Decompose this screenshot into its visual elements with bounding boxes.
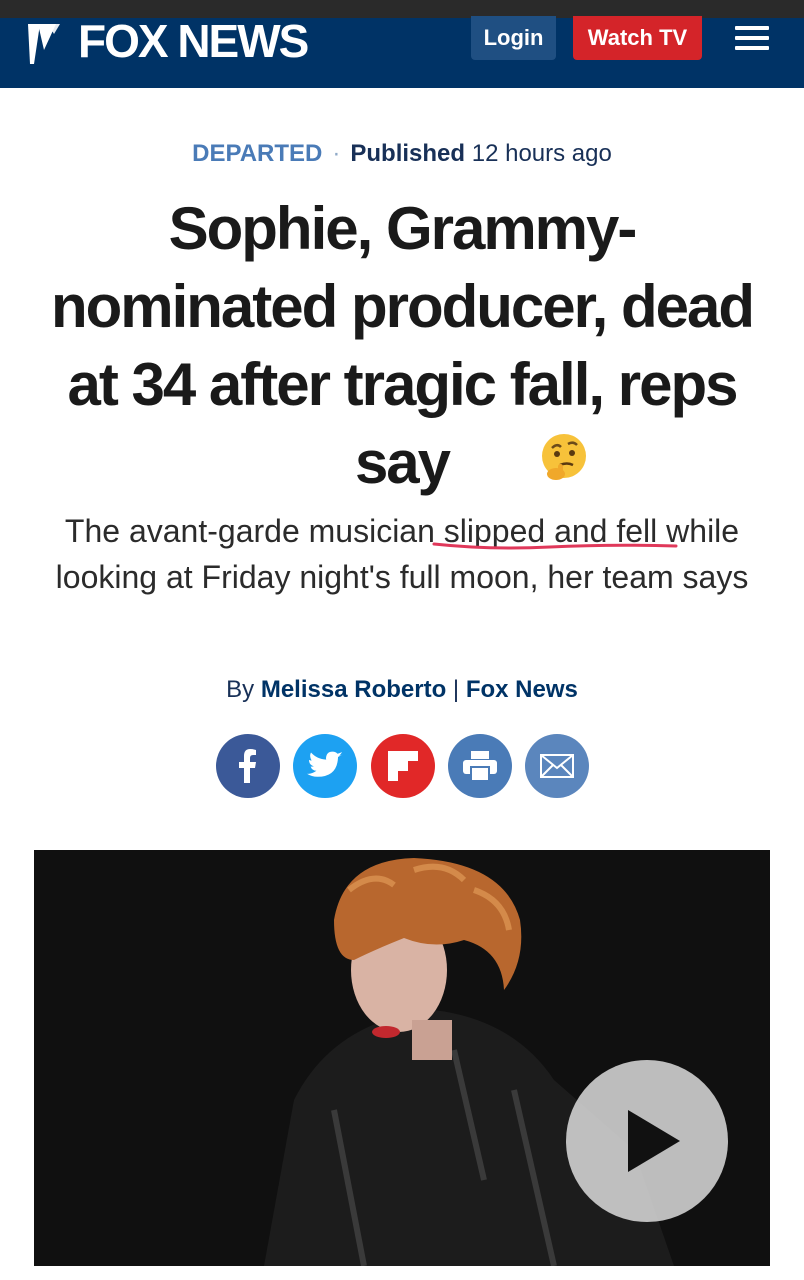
login-button[interactable]: Login <box>471 16 556 60</box>
outlet-link[interactable]: Fox News <box>466 676 578 703</box>
email-icon <box>540 754 574 778</box>
article-headline: Sophie, Grammy-nominated producer, dead … <box>50 195 755 496</box>
published-time: 12 hours ago <box>471 140 612 167</box>
red-underline-annotation <box>432 542 678 550</box>
play-icon <box>628 1110 680 1172</box>
flipboard-share-button[interactable] <box>371 734 435 798</box>
hamburger-menu-icon[interactable] <box>735 26 769 50</box>
site-header: FOX NEWS Login Watch TV <box>0 15 804 88</box>
article-meta: DEPARTED · Published 12 hours ago <box>0 140 804 168</box>
logo-text: FOX NEWS <box>78 15 309 67</box>
byline-prefix: By <box>226 676 261 703</box>
share-bar <box>216 734 590 800</box>
twitter-share-button[interactable] <box>293 734 357 798</box>
byline: By Melissa Roberto | Fox News <box>0 676 804 704</box>
article-subhead: The avant-garde musician slipped and fel… <box>30 508 774 600</box>
facebook-share-button[interactable] <box>216 734 280 798</box>
flipboard-icon <box>388 751 418 781</box>
print-icon <box>463 751 497 781</box>
subhead-text-start: The avant-garde musician <box>64 513 444 549</box>
facebook-icon <box>239 749 256 783</box>
twitter-icon <box>307 751 343 777</box>
watch-tv-button[interactable]: Watch TV <box>573 16 702 60</box>
fox-logo-mark-icon <box>28 24 60 64</box>
published-label: Published <box>350 140 466 167</box>
author-link[interactable]: Melissa Roberto <box>261 676 446 703</box>
meta-separator-dot: · <box>332 140 341 167</box>
print-button[interactable] <box>448 734 512 798</box>
category-eyebrow[interactable]: DEPARTED <box>192 140 322 167</box>
thinking-face-icon <box>542 434 586 480</box>
video-play-button[interactable] <box>566 1060 728 1222</box>
email-share-button[interactable] <box>525 734 589 798</box>
byline-separator: | <box>446 676 466 703</box>
